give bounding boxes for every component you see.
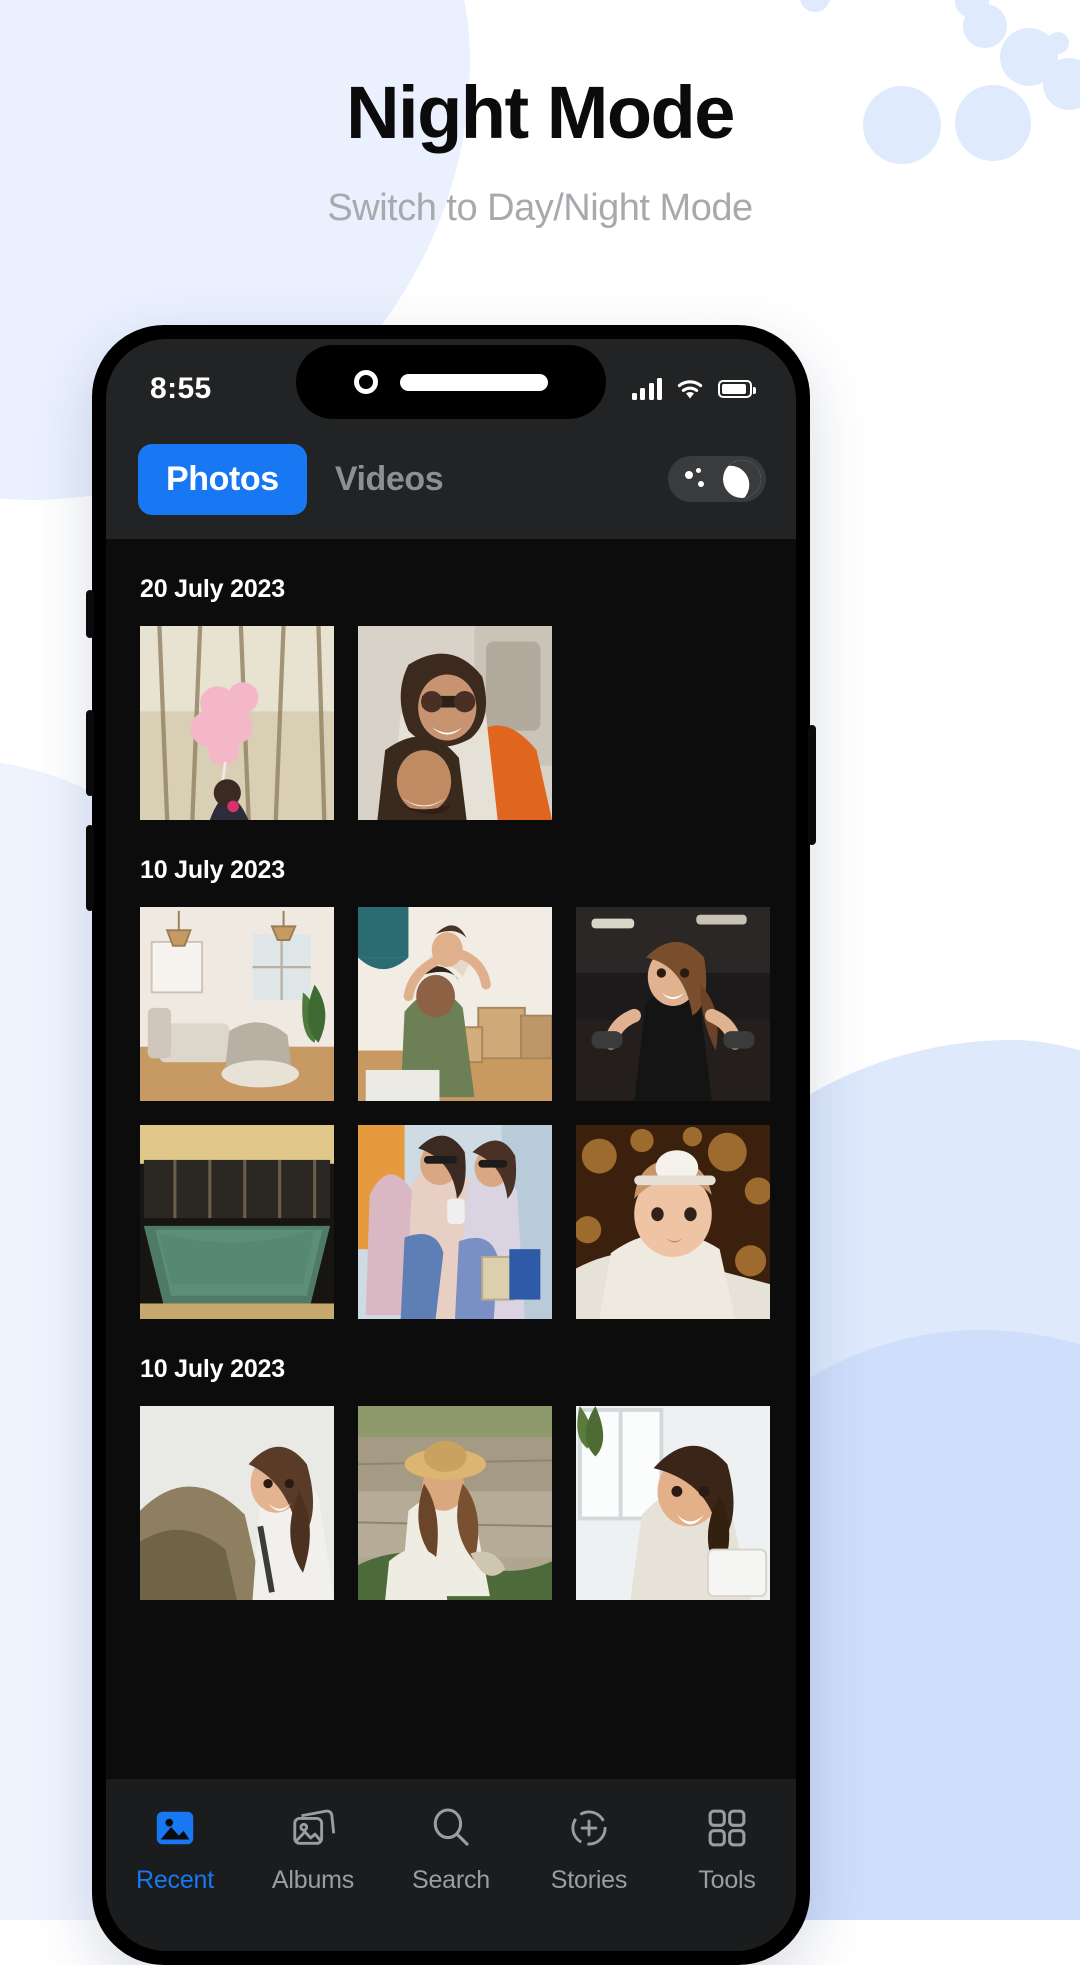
- photo-thumbnail[interactable]: [576, 1406, 770, 1600]
- photo-gallery[interactable]: 20 July 2023 10 July 2023 10 July 2023: [106, 539, 796, 1951]
- bottom-navigation: Recent Albums Search Stories Tools: [106, 1779, 796, 1951]
- search-icon: [433, 1808, 469, 1846]
- phone-screen: 8:55 Photos Videos 20 July 2023 10 July …: [106, 339, 796, 1951]
- gallery-date-header: 20 July 2023: [140, 575, 285, 603]
- nav-item-search[interactable]: Search: [382, 1805, 520, 1895]
- page-header: Night Mode Switch to Day/Night Mode: [0, 0, 1080, 230]
- front-camera-icon: [354, 370, 378, 394]
- photo-icon: [156, 1811, 194, 1845]
- albums-icon: [293, 1809, 336, 1845]
- photo-thumbnail[interactable]: [358, 1406, 552, 1600]
- story-plus-icon: [571, 1810, 607, 1846]
- nav-item-stories[interactable]: Stories: [520, 1805, 658, 1895]
- photo-thumbnail[interactable]: [140, 1406, 334, 1600]
- photo-thumbnail[interactable]: [576, 1125, 770, 1319]
- phone-volume-down-button[interactable]: [86, 825, 94, 911]
- nav-label-recent: Recent: [135, 1866, 214, 1894]
- tab-videos[interactable]: Videos: [307, 444, 471, 515]
- star-icon-2: [698, 481, 704, 487]
- gallery-date-header: 10 July 2023: [140, 1355, 285, 1383]
- cellular-signal-icon: [631, 378, 662, 400]
- media-type-tabs: Photos Videos: [106, 423, 796, 535]
- nav-item-albums[interactable]: Albums: [244, 1805, 382, 1895]
- earpiece-speaker: [400, 373, 548, 391]
- tab-photos[interactable]: Photos: [138, 443, 307, 515]
- gallery-grid: [106, 626, 796, 820]
- photo-thumbnail[interactable]: [140, 1125, 334, 1319]
- nav-item-recent[interactable]: Recent: [106, 1805, 244, 1895]
- nav-label-search: Search: [411, 1866, 490, 1894]
- photo-thumbnail[interactable]: [358, 907, 552, 1101]
- phone-power-button[interactable]: [808, 725, 816, 845]
- photo-thumbnail[interactable]: [358, 626, 552, 820]
- photo-thumbnail[interactable]: [358, 1125, 552, 1319]
- nav-label-albums: Albums: [271, 1866, 355, 1894]
- night-mode-toggle[interactable]: [668, 454, 767, 504]
- status-clock: 8:55: [150, 372, 212, 405]
- status-icons: [631, 378, 756, 401]
- page-title: Night Mode: [346, 71, 735, 154]
- nav-item-tools[interactable]: Tools: [658, 1805, 796, 1895]
- photo-thumbnail[interactable]: [576, 907, 770, 1101]
- nav-label-stories: Stories: [550, 1866, 628, 1894]
- dynamic-island: [296, 345, 606, 419]
- star-icon-1: [685, 471, 693, 479]
- wifi-icon: [677, 379, 703, 398]
- phone-volume-up-button[interactable]: [86, 710, 94, 796]
- moon-icon: [717, 454, 767, 504]
- gallery-grid: [106, 1406, 796, 1600]
- grid-squares-icon: [708, 1809, 746, 1847]
- photo-thumbnail[interactable]: [140, 626, 334, 820]
- phone-mute-button[interactable]: [86, 590, 94, 638]
- photo-thumbnail[interactable]: [140, 907, 334, 1101]
- phone-mockup: 8:55 Photos Videos 20 July 2023 10 July …: [86, 325, 816, 1965]
- gallery-grid: [106, 907, 796, 1319]
- app-topbar: 8:55 Photos Videos: [106, 339, 796, 539]
- star-icon-3: [696, 468, 701, 473]
- gallery-date-header: 10 July 2023: [140, 856, 285, 884]
- page-subtitle: Switch to Day/Night Mode: [327, 187, 753, 230]
- battery-icon: [718, 380, 756, 398]
- nav-label-tools: Tools: [698, 1866, 756, 1894]
